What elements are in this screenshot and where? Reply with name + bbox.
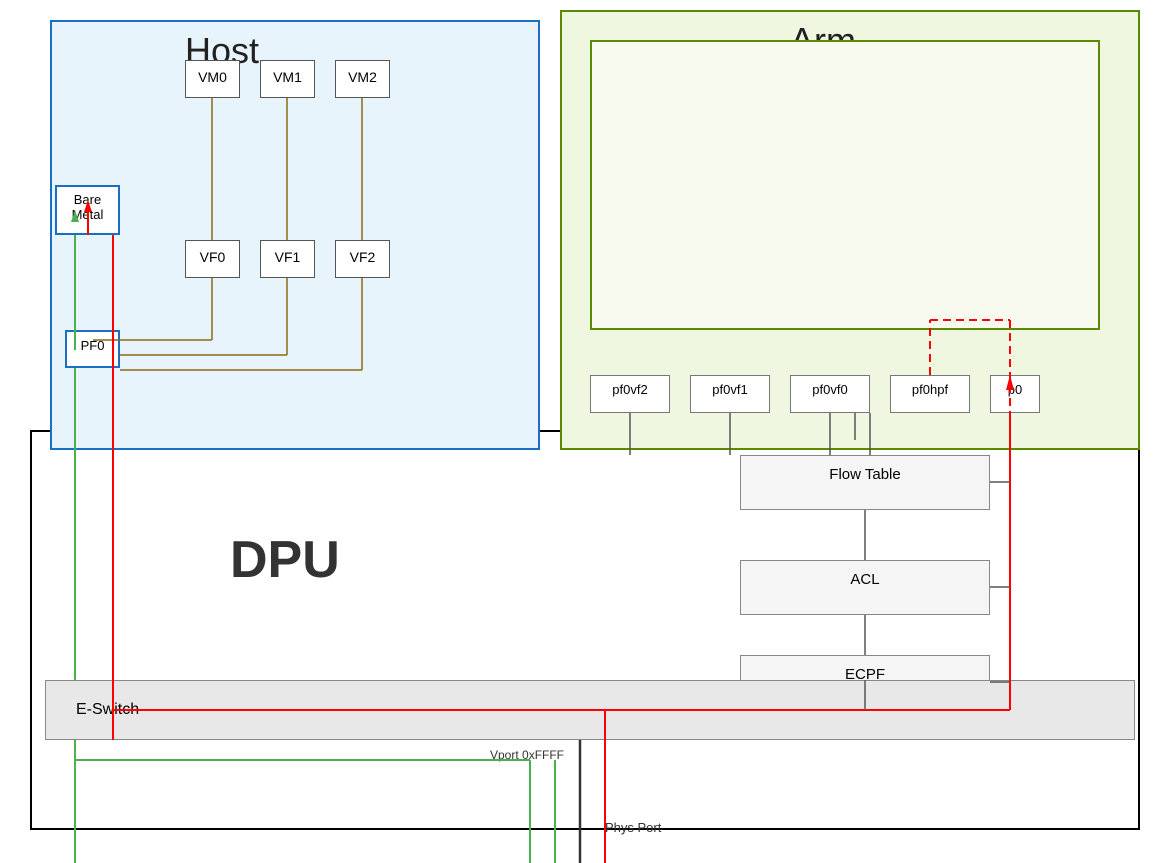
flow-table-box: Flow Table	[740, 455, 990, 510]
vm2-box: VM2	[335, 60, 390, 98]
ovs-box: vS Open vSwitch	[590, 40, 1100, 330]
p0-box: p0	[990, 375, 1040, 413]
eswitch-box: E-Switch	[45, 680, 1135, 740]
vf2-box: VF2	[335, 240, 390, 278]
bare-metal-box: BareMetal	[55, 185, 120, 235]
vm1-box: VM1	[260, 60, 315, 98]
vf0-box: VF0	[185, 240, 240, 278]
pf0vf2-box: pf0vf2	[590, 375, 670, 413]
pf0-box: PF0	[65, 330, 120, 368]
pf0vf1-box: pf0vf1	[690, 375, 770, 413]
flow-table-label: Flow Table	[829, 466, 900, 483]
acl-box: ACL	[740, 560, 990, 615]
pf0hpf-box: pf0hpf	[890, 375, 970, 413]
eswitch-label: E-Switch	[76, 701, 139, 719]
vport-label: Vport 0xFFFF	[490, 748, 564, 762]
acl-label: ACL	[850, 571, 879, 588]
diagram: DPU Host Arm vS Open	[0, 0, 1168, 863]
pf0vf0-box: pf0vf0	[790, 375, 870, 413]
dpu-label: DPU	[230, 530, 340, 590]
phys-port-label: Phys Port	[605, 820, 661, 835]
vf1-box: VF1	[260, 240, 315, 278]
vm0-box: VM0	[185, 60, 240, 98]
